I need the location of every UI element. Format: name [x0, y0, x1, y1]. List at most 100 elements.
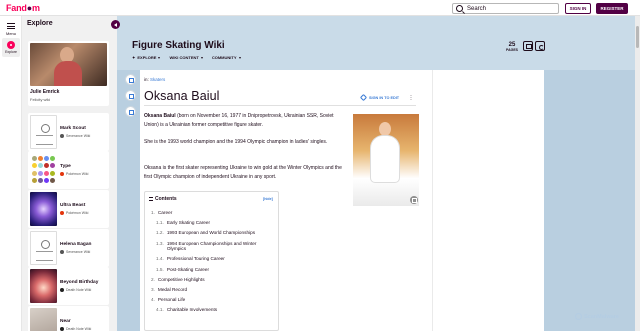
card-wiki: Pokémon Wiki	[60, 211, 88, 215]
edit-tool-icon[interactable]	[125, 106, 136, 117]
nav-wiki-content-label: WIKI CONTENT	[169, 55, 199, 60]
breadcrumb-prefix: in:	[144, 77, 149, 82]
toc-item[interactable]: 1.5. Post-Skating Career	[151, 267, 277, 273]
toc-item-number: 3.	[151, 286, 155, 292]
pencil-icon	[359, 93, 368, 102]
explore-tab[interactable]: Explore	[2, 38, 20, 57]
shield-icon	[575, 313, 582, 320]
card-wiki: Death Note Wiki	[60, 288, 91, 292]
toc-item[interactable]: 1.1. Early Skating Career	[151, 220, 277, 226]
toc-hide-link[interactable]: [hide]	[263, 197, 273, 201]
explore-title: Explore	[27, 20, 53, 27]
explore-card[interactable]: Helena Eagan Severance Wiki	[28, 229, 109, 267]
toc-item[interactable]: 3. Medal Record	[151, 287, 277, 293]
fandom-logo[interactable]: Fand●m	[6, 3, 40, 13]
explore-card[interactable]: Mark Scout Severance Wiki	[28, 113, 109, 151]
nav-community-label: COMMUNITY	[211, 55, 237, 60]
toc-item-label: Medal Record	[157, 286, 188, 292]
card-wiki-name: Death Note Wiki	[66, 327, 92, 331]
toc-item-number: 1.4.	[156, 256, 164, 262]
card-wiki-name: Pokémon Wiki	[66, 211, 89, 215]
wiki-icon	[60, 250, 64, 254]
chevron-down-icon	[238, 56, 241, 59]
nav-explore[interactable]: ✦ EXPLORE	[132, 55, 161, 60]
toc-item[interactable]: 1.4. Professional Touring Career	[151, 256, 277, 262]
wiki-icon	[60, 327, 64, 331]
fullscreen-icon[interactable]	[125, 74, 136, 85]
card-title: Ultra Beast	[60, 203, 86, 208]
infobox-image[interactable]	[353, 114, 419, 206]
featured-card[interactable]: Julie Emrick Felicity wiki	[28, 41, 109, 106]
scrollbar-thumb[interactable]	[636, 26, 639, 48]
register-button[interactable]: REGISTER	[596, 3, 628, 14]
featured-title: Julie Emrick	[30, 89, 60, 95]
toc-item-label: Post-Skating Career	[166, 266, 210, 272]
toc-item-number: 4.1.	[156, 307, 164, 313]
toc-icon	[149, 197, 153, 201]
search-input[interactable]: Search	[452, 3, 559, 14]
toc-item-number: 1.2.	[156, 230, 164, 236]
card-wiki-name: Severance Wiki	[66, 250, 91, 254]
card-thumbnail	[30, 308, 57, 331]
explore-card[interactable]: Beyond Birthday Death Note Wiki	[28, 267, 109, 305]
featured-wiki: Felicity wiki	[30, 97, 51, 102]
sign-in-to-edit[interactable]: SIGN IN TO EDIT	[359, 93, 399, 102]
category-link[interactable]: Skaters	[150, 77, 165, 82]
card-thumbnail	[30, 153, 57, 187]
wiki-icon	[60, 172, 64, 176]
explore-card[interactable]: Ultra Beast Pokémon Wiki	[28, 190, 109, 228]
search-icon	[456, 5, 463, 12]
intro-paragraph: Oksana Baiul (born on November 16, 1977 …	[144, 112, 345, 129]
nav-community[interactable]: COMMUNITY	[212, 55, 241, 60]
card-title: Helena Eagan	[60, 242, 92, 247]
toc-item-number: 1.5.	[156, 266, 164, 272]
wiki-icon	[60, 288, 64, 292]
toc-item-label: Personal Life	[157, 297, 186, 303]
global-top-bar: Fand●m Search SIGN IN REGISTER	[0, 0, 640, 16]
collapse-icon[interactable]	[111, 20, 120, 29]
toc-item[interactable]: 4.1. Charitable Involvements	[151, 307, 277, 313]
toc-item[interactable]: 1. Career	[151, 210, 277, 216]
title-divider	[144, 105, 416, 106]
wiki-title[interactable]: Figure Skating Wiki	[132, 40, 225, 51]
card-wiki: Death Note Wiki	[60, 327, 91, 331]
card-thumbnail	[30, 269, 57, 303]
toc-item[interactable]: 4. Personal Life	[151, 297, 277, 303]
paragraph-3: Oksana is the first skater representing …	[144, 165, 342, 180]
toc-item[interactable]: 1.3. 1994 European Championships and Wint…	[151, 241, 277, 252]
toc-item-label: 1994 European Championships and Winter O…	[166, 240, 257, 252]
toc-title: Contents	[155, 196, 177, 202]
card-thumbnail	[30, 115, 57, 149]
sign-in-button[interactable]: SIGN IN	[565, 3, 591, 14]
talk-icon[interactable]	[523, 41, 533, 51]
toc-item-number: 1.	[151, 210, 155, 215]
card-wiki: Pokémon Wiki	[60, 172, 88, 176]
pages-count: 25 PAGES	[506, 42, 518, 52]
explore-card[interactable]: Near Death Note Wiki	[28, 306, 109, 331]
nav-wiki-content[interactable]: WIKI CONTENT	[169, 55, 203, 60]
explore-card[interactable]: Type Pokémon Wiki	[28, 151, 109, 189]
table-of-contents: Contents [hide] 1. Career 1.1. Early Skatin…	[144, 191, 279, 331]
wiki-nav: ✦ EXPLORE WIKI CONTENT COMMUNITY	[132, 55, 241, 60]
watermark-text: ScanMalware	[584, 313, 619, 320]
toc-item[interactable]: 1.2. 1993 European and World Championship…	[151, 230, 277, 236]
theme-icon[interactable]	[535, 41, 545, 51]
card-wiki-name: Pokémon Wiki	[66, 172, 89, 176]
card-title: Type	[60, 164, 71, 169]
card-wiki: Severance Wiki	[60, 250, 90, 254]
card-title: Beyond Birthday	[60, 280, 99, 285]
toc-item[interactable]: 2. Competitive Highlights	[151, 277, 277, 283]
toc-item-label: Charitable Involvements	[166, 307, 218, 313]
more-icon[interactable]: · · ·	[410, 93, 413, 103]
card-title: Near	[60, 319, 71, 324]
menu-label: Menu	[5, 31, 16, 36]
menu-icon[interactable]	[7, 23, 15, 29]
wiki-icon	[60, 211, 64, 215]
expand-icon[interactable]	[410, 196, 418, 204]
card-title: Mark Scout	[60, 126, 86, 131]
toc-toggle-icon[interactable]	[125, 90, 136, 101]
skater-photo	[353, 114, 419, 206]
featured-image	[30, 43, 107, 86]
subject-name: Oksana Baiul	[144, 113, 176, 119]
scrollbar[interactable]	[635, 16, 640, 331]
